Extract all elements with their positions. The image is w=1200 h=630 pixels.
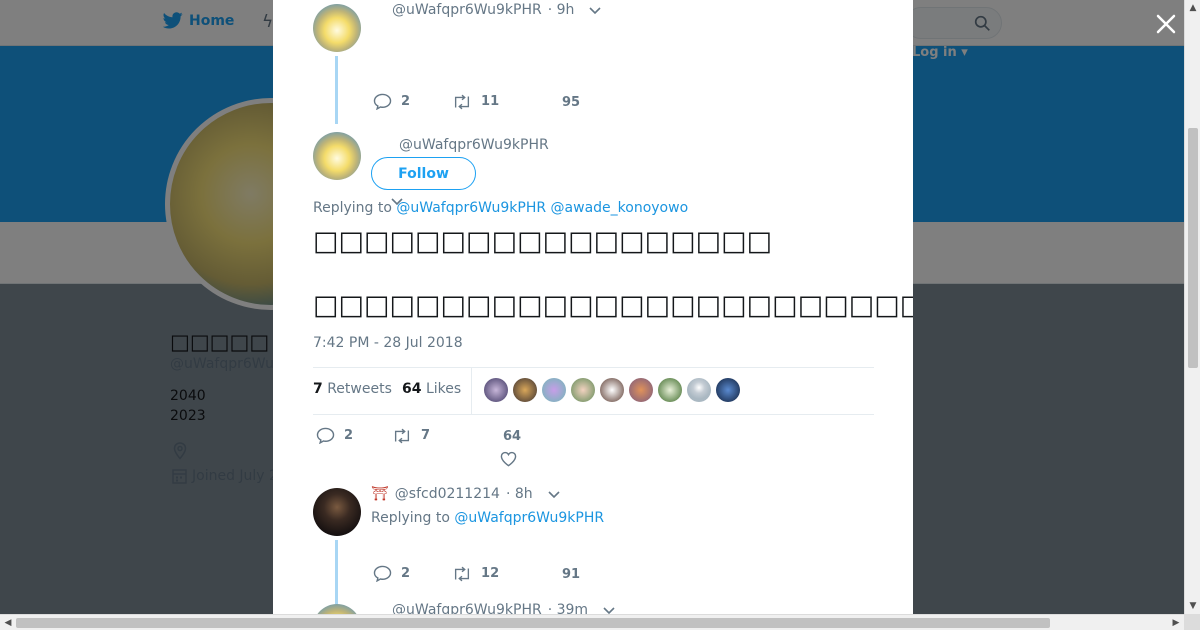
likes-stat[interactable]: 64 Likes <box>402 381 461 397</box>
retweet-icon <box>455 566 470 581</box>
like-label: Likes <box>425 381 462 397</box>
tweet-header: @uWafqpr6Wu9kPHR <box>399 137 549 153</box>
tweet-handle[interactable]: @sfcd0211214 <box>395 486 500 502</box>
retweet-button[interactable]: 7 <box>392 428 430 444</box>
replying-to: Replying to @uWafqpr6Wu9kPHR @awade_kono… <box>313 200 688 216</box>
replying-prefix: Replying to <box>371 510 450 526</box>
tweet-handle[interactable]: @uWafqpr6Wu9kPHR <box>392 2 542 18</box>
chevron-down-icon[interactable] <box>547 489 561 499</box>
follow-button[interactable]: Follow <box>371 157 476 190</box>
like-count[interactable]: 95 <box>562 95 580 110</box>
replying-to: Replying to @uWafqpr6Wu9kPHR <box>371 510 604 526</box>
torii-emoji: ⛩ <box>371 486 389 502</box>
scroll-down-arrow[interactable]: ▼ <box>1185 598 1200 614</box>
tweet-stats: 7 Retweets 64 Likes <box>313 367 874 415</box>
tweet-header: @uWafqpr6Wu9kPHR · 39m <box>392 602 616 614</box>
retweet-total: 7 <box>313 381 323 397</box>
liker-avatar[interactable] <box>513 378 537 402</box>
mention-link[interactable]: @uWafqpr6Wu9kPHR <box>396 200 546 216</box>
scroll-up-arrow[interactable]: ▲ <box>1185 0 1200 16</box>
close-icon[interactable] <box>1152 10 1180 38</box>
tweet-modal: @uWafqpr6Wu9kPHR · 9h 2 11 95 @uWafqpr6W… <box>273 0 913 614</box>
avatar[interactable] <box>313 604 361 614</box>
tweet-actions: 2 12 <box>373 565 499 582</box>
liker-avatar[interactable] <box>571 378 595 402</box>
avatar[interactable] <box>313 4 361 52</box>
liker-avatar[interactable] <box>600 378 624 402</box>
liker-avatar[interactable] <box>658 378 682 402</box>
thread-line <box>335 540 338 604</box>
mention-link[interactable]: @uWafqpr6Wu9kPHR <box>454 510 604 526</box>
retweet-count: 7 <box>421 428 431 443</box>
scroll-left-arrow[interactable]: ◀ <box>0 615 16 630</box>
retweet-label: Retweets <box>327 381 392 397</box>
tweet-text-line: □□□□□□□□□□□□□□□□□□□□□□□□□□□□□□□□□□□□□□□□… <box>313 290 913 321</box>
retweets-stat[interactable]: 7 Retweets <box>313 381 392 397</box>
like-total: 64 <box>402 381 422 397</box>
tweet-handle[interactable]: @uWafqpr6Wu9kPHR <box>399 137 549 153</box>
avatar[interactable] <box>313 132 361 180</box>
like-count: 64 <box>503 429 522 444</box>
tweet-handle[interactable]: @uWafqpr6Wu9kPHR <box>392 602 542 614</box>
tweet-header: @uWafqpr6Wu9kPHR · 9h <box>392 2 602 18</box>
liker-avatar[interactable] <box>542 378 566 402</box>
tweet-time[interactable]: · 8h <box>506 486 533 502</box>
horizontal-scrollbar[interactable]: ◀ ▶ <box>0 614 1184 630</box>
chevron-down-icon[interactable] <box>588 5 602 15</box>
reply-count: 2 <box>344 428 354 443</box>
tweet-actions: 2 7 <box>316 427 430 444</box>
reply-count: 2 <box>401 94 411 109</box>
reply-count: 2 <box>401 566 411 581</box>
tweet-time[interactable]: · 39m <box>548 602 588 614</box>
vertical-scrollbar[interactable]: ▲ ▼ <box>1184 0 1200 614</box>
tweet-text-line: □□□□□□□□□□□□□□□□□□ <box>313 226 773 257</box>
tweet-timestamp[interactable]: 7:42 PM - 28 Jul 2018 <box>313 335 463 351</box>
chevron-down-icon[interactable] <box>602 605 616 614</box>
scroll-right-arrow[interactable]: ▶ <box>1168 615 1184 630</box>
like-count[interactable]: 91 <box>562 567 580 582</box>
reply-icon <box>373 93 392 110</box>
reply-icon <box>373 565 392 582</box>
thread-line <box>335 56 338 124</box>
scrollbar-thumb[interactable] <box>16 618 1050 628</box>
reply-button[interactable]: 2 <box>373 93 410 110</box>
replying-prefix: Replying to <box>313 200 392 216</box>
tweet-time[interactable]: · 9h <box>548 2 575 18</box>
liker-avatar[interactable] <box>484 378 508 402</box>
retweet-count: 12 <box>481 566 500 581</box>
mention-link[interactable]: @awade_konoyowo <box>551 200 689 216</box>
reply-button[interactable]: 2 <box>373 565 410 582</box>
retweet-icon <box>455 94 470 109</box>
tweet-actions: 2 11 <box>373 93 499 110</box>
tweet-header: ⛩ @sfcd0211214 · 8h <box>371 486 561 502</box>
retweet-count: 11 <box>481 94 500 109</box>
reply-button[interactable]: 2 <box>316 427 353 444</box>
retweet-button[interactable]: 11 <box>452 94 499 110</box>
liker-avatar[interactable] <box>687 378 711 402</box>
scrollbar-thumb[interactable] <box>1188 128 1198 368</box>
reply-icon <box>316 427 335 444</box>
retweet-icon <box>395 428 410 443</box>
liker-avatar[interactable] <box>716 378 740 402</box>
scrollbar-corner <box>1184 614 1200 630</box>
liker-avatar[interactable] <box>629 378 653 402</box>
likers-list <box>484 378 740 402</box>
stats-divider <box>471 368 472 414</box>
retweet-button[interactable]: 12 <box>452 566 499 582</box>
heart-icon[interactable] <box>500 451 517 467</box>
avatar[interactable] <box>313 488 361 536</box>
